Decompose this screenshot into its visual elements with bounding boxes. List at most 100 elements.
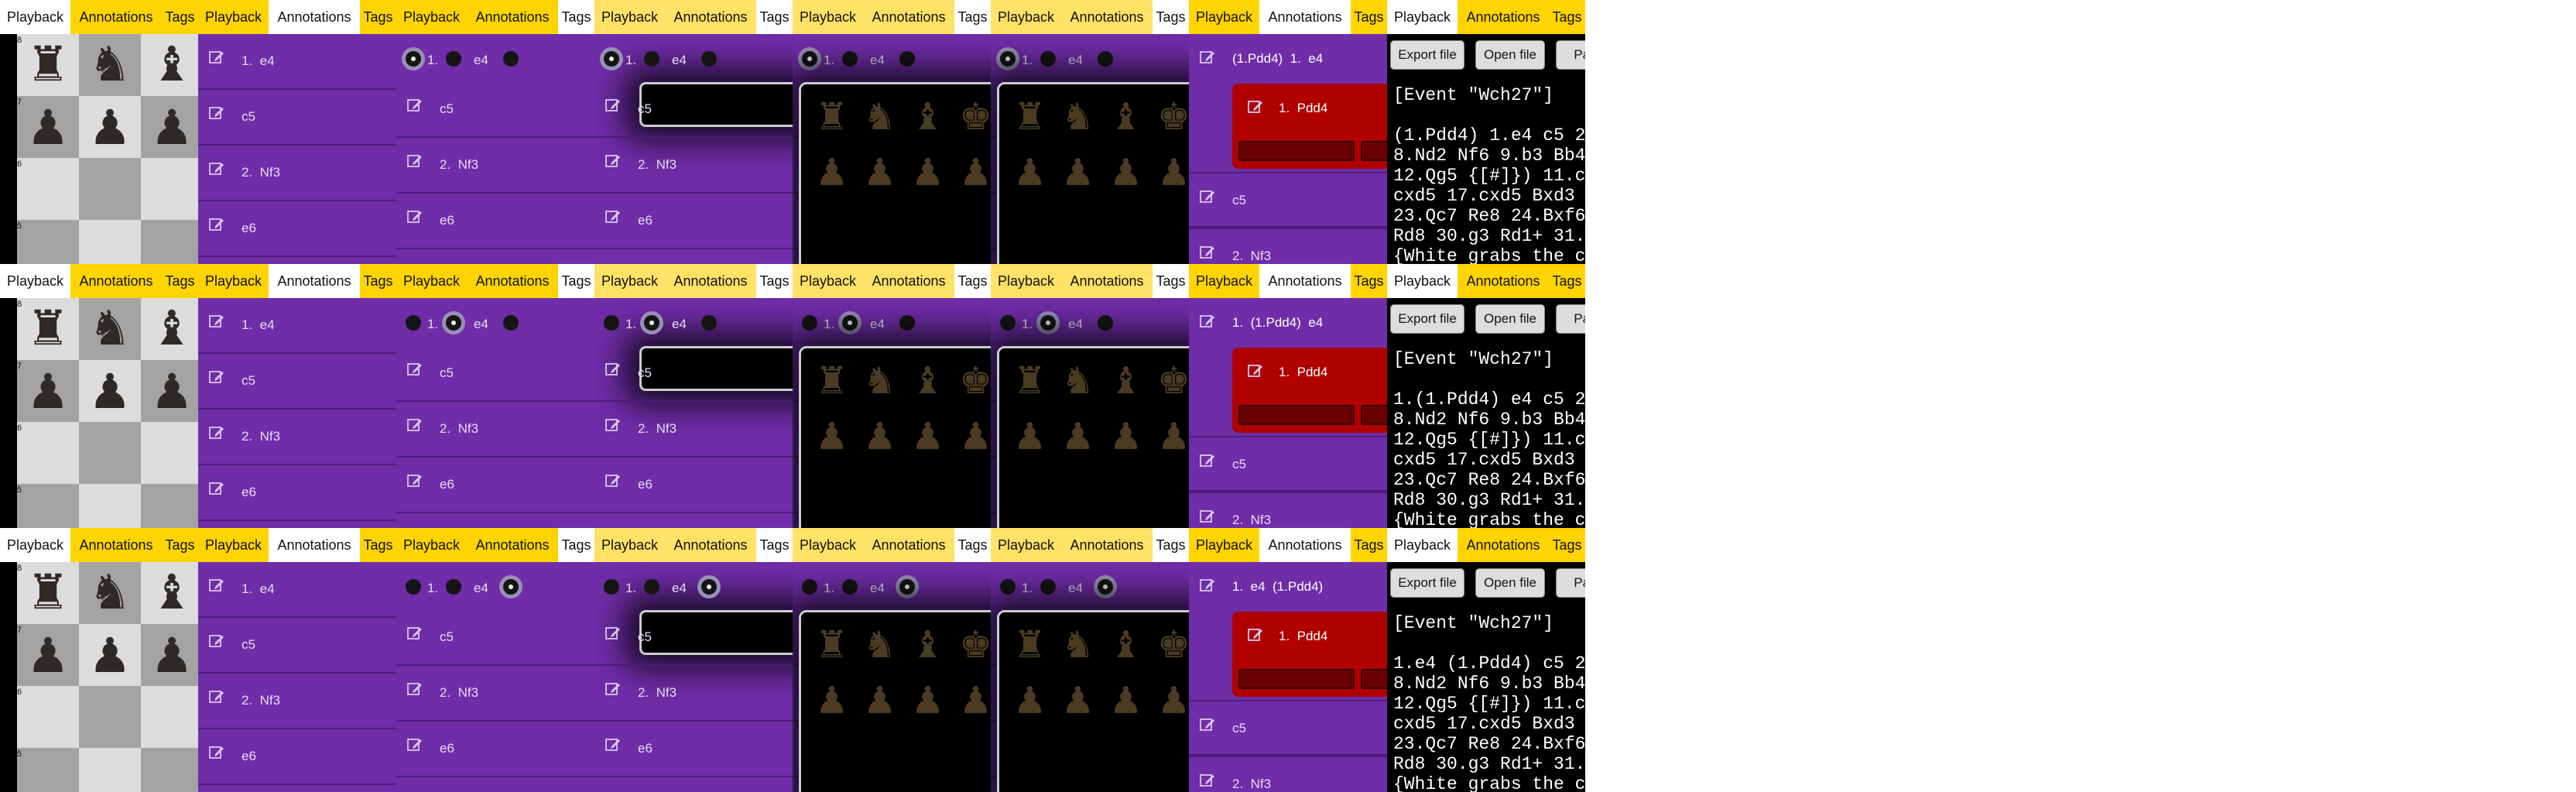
tab-tags[interactable]: Tags	[360, 0, 396, 34]
tab-annotations[interactable]: Annotations	[70, 0, 162, 34]
chess-board[interactable]: 8 7 6 5 ♜ ♞ ♝ ♟ ♟ ♟	[0, 34, 198, 264]
picker-pawn[interactable]: ♟	[1157, 682, 1189, 719]
variation-dot[interactable]	[1098, 579, 1113, 595]
move-row[interactable]: c5	[1189, 172, 1387, 228]
move-row[interactable]: 2. Nf3	[594, 402, 793, 458]
picker-pawn[interactable]: ♟	[863, 418, 896, 455]
black-piece[interactable]: ♝	[141, 40, 198, 88]
tab-tags[interactable]: Tags	[360, 528, 396, 562]
black-piece[interactable]: ♞	[79, 568, 141, 616]
edit-icon[interactable]	[407, 681, 423, 697]
move-row[interactable]: 2. Nf3	[396, 138, 594, 194]
tab-playback[interactable]: Playback	[1387, 0, 1458, 34]
variation-button[interactable]	[1238, 141, 1355, 161]
move-row[interactable]: e6	[198, 729, 396, 785]
variation-dot[interactable]	[446, 51, 461, 67]
picker-piece[interactable]: ♚	[1157, 98, 1189, 135]
variation-dot[interactable]	[644, 579, 659, 595]
black-pawn[interactable]: ♟	[79, 368, 141, 416]
variation-box[interactable]: 1. Pdd4	[1232, 84, 1387, 169]
black-piece[interactable]: ♜	[17, 40, 79, 88]
board-square[interactable]	[141, 158, 198, 220]
edit-icon[interactable]	[1200, 245, 1215, 260]
pgn-text-area[interactable]: [Event "Wch27"] 1.(1.Pdd4) e4 c5 2. 8.Nd2…	[1387, 343, 1585, 528]
edit-icon[interactable]	[605, 153, 621, 169]
tab-playback[interactable]: Playback	[991, 0, 1061, 34]
open-file-button[interactable]: Open file	[1475, 40, 1545, 70]
board-square[interactable]	[141, 220, 198, 264]
tab-annotations[interactable]: Annotations	[665, 0, 756, 34]
tab-annotations[interactable]: Annotations	[269, 0, 360, 34]
tab-tags[interactable]: Tags	[756, 264, 793, 298]
paste-button[interactable]: Paste	[1556, 40, 1585, 70]
edit-icon[interactable]	[209, 578, 224, 593]
picker-piece[interactable]: ♚	[959, 98, 991, 135]
black-pawn[interactable]: ♟	[79, 104, 141, 152]
move-row[interactable]: e6	[396, 458, 594, 513]
tab-annotations[interactable]: Annotations	[1061, 528, 1153, 562]
picker-piece[interactable]: ♜	[1013, 362, 1046, 399]
black-piece[interactable]: ♝	[141, 304, 198, 352]
tab-tags[interactable]: Tags	[756, 528, 793, 562]
tab-playback[interactable]: Playback	[198, 528, 269, 562]
variation-dot[interactable]	[701, 51, 717, 67]
black-pawn[interactable]: ♟	[141, 368, 198, 416]
tab-playback[interactable]: Playback	[198, 0, 269, 34]
picker-pawn[interactable]: ♟	[815, 418, 848, 455]
pgn-text-area[interactable]: [Event "Wch27"] (1.Pdd4) 1.e4 c5 2. 8.Nd2…	[1387, 79, 1585, 264]
picker-pawn[interactable]: ♟	[1109, 682, 1142, 719]
variation-button[interactable]	[1361, 141, 1387, 161]
board-square[interactable]	[141, 422, 198, 484]
tab-playback[interactable]: Playback	[0, 0, 70, 34]
variation-dot[interactable]	[604, 579, 619, 595]
move-row[interactable]: 2. Nf3	[396, 402, 594, 458]
tab-annotations[interactable]: Annotations	[863, 528, 954, 562]
variation-dot[interactable]	[604, 51, 619, 67]
variation-dot[interactable]	[899, 315, 915, 331]
tab-annotations[interactable]: Annotations	[863, 264, 954, 298]
picker-pawn[interactable]: ♟	[1109, 418, 1142, 455]
black-pawn[interactable]: ♟	[141, 632, 198, 680]
tab-playback[interactable]: Playback	[1189, 0, 1259, 34]
tab-annotations[interactable]: Annotations	[1259, 528, 1351, 562]
tab-annotations[interactable]: Annotations	[665, 528, 756, 562]
move-row[interactable]: c5	[396, 82, 594, 138]
tab-annotations[interactable]: Annotations	[1259, 264, 1351, 298]
move-row[interactable]: 1. e4	[198, 562, 396, 618]
export-file-button[interactable]: Export file	[1390, 40, 1464, 70]
edit-icon[interactable]	[209, 633, 224, 649]
board-square[interactable]	[79, 484, 141, 528]
chess-board[interactable]: 8 7 6 5 ♜ ♞ ♝ ♟ ♟ ♟	[0, 298, 198, 528]
edit-icon[interactable]	[209, 105, 224, 121]
edit-icon[interactable]	[209, 217, 224, 232]
variation-dot[interactable]	[503, 315, 519, 331]
move-row[interactable]: 2. Nf3	[1189, 756, 1387, 792]
picker-piece[interactable]: ♚	[1157, 362, 1189, 399]
edit-icon[interactable]	[209, 425, 224, 441]
move-row[interactable]: 2. Nf3	[396, 666, 594, 722]
board-square[interactable]	[17, 220, 79, 264]
edit-icon[interactable]	[605, 98, 621, 113]
black-pawn[interactable]: ♟	[17, 104, 79, 152]
tab-playback[interactable]: Playback	[594, 528, 665, 562]
picker-piece[interactable]: ♞	[1061, 98, 1094, 135]
edit-icon[interactable]	[209, 161, 224, 177]
edit-icon[interactable]	[605, 737, 621, 753]
variation-dot[interactable]	[899, 579, 915, 595]
pgn-text-area[interactable]: [Event "Wch27"] 1.e4 (1.Pdd4) c5 2. 8.Nd2…	[1387, 607, 1585, 792]
picker-piece[interactable]: ♜	[815, 362, 848, 399]
edit-icon[interactable]	[407, 417, 423, 433]
variation-dot[interactable]	[644, 51, 659, 67]
board-square[interactable]	[17, 748, 79, 792]
variation-dot[interactable]	[842, 579, 858, 595]
tab-playback[interactable]: Playback	[793, 0, 863, 34]
tab-annotations[interactable]: Annotations	[467, 528, 558, 562]
tab-tags[interactable]: Tags	[954, 528, 991, 562]
edit-icon[interactable]	[605, 473, 621, 489]
variation-dot[interactable]	[1098, 51, 1113, 67]
picker-piece[interactable]: ♝	[911, 362, 944, 399]
edit-icon[interactable]	[407, 98, 423, 113]
black-piece[interactable]: ♝	[141, 568, 198, 616]
tab-playback[interactable]: Playback	[396, 0, 467, 34]
variation-dot[interactable]	[701, 579, 717, 595]
